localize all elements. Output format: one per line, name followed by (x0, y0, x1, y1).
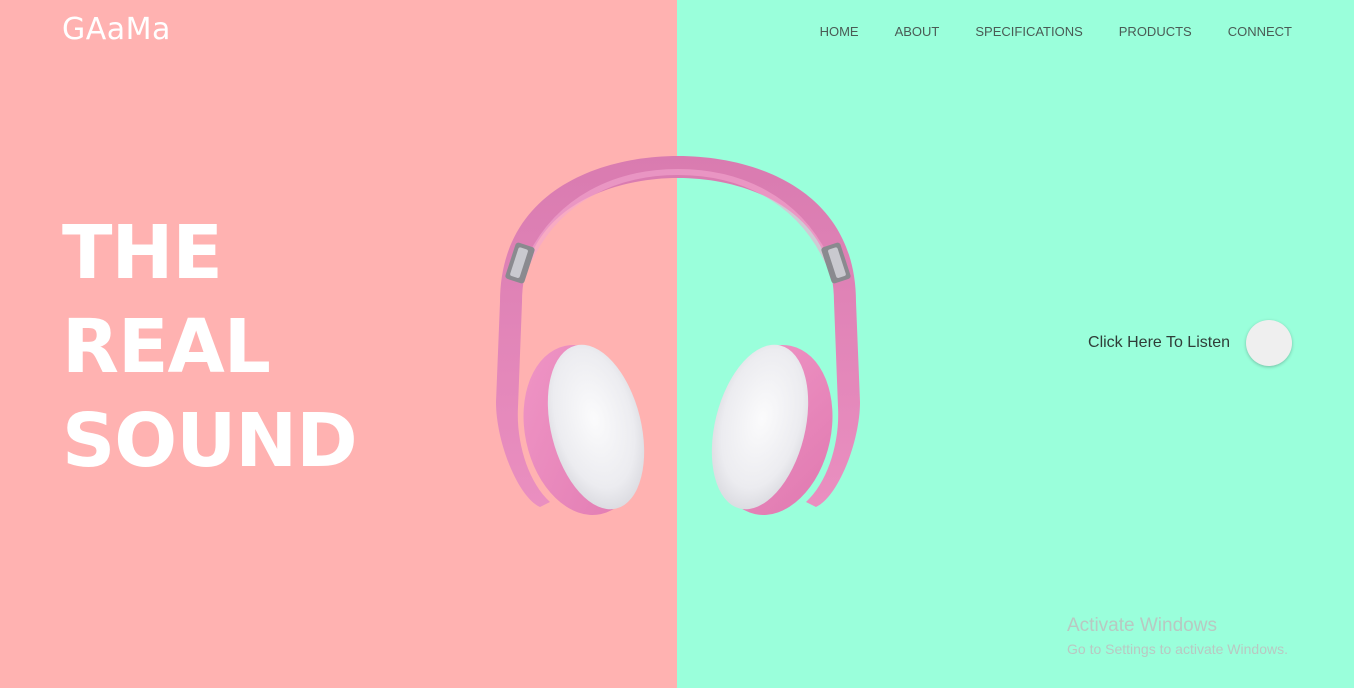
watermark-title: Activate Windows (1067, 615, 1217, 636)
listen-cta-label[interactable]: Click Here To Listen (1088, 334, 1230, 352)
main-nav: HOME ABOUT SPECIFICATIONS PRODUCTS CONNE… (784, 24, 1292, 40)
nav-item-about[interactable]: ABOUT (859, 24, 940, 40)
nav-item-home[interactable]: HOME (784, 24, 859, 40)
headline-line-3: SOUND (62, 398, 358, 484)
hero-headline: THE REAL SOUND (62, 206, 358, 488)
listen-cta[interactable]: Click Here To Listen (1088, 320, 1292, 366)
headline-line-1: THE (62, 210, 223, 296)
headline-line-2: REAL (62, 304, 271, 390)
nav-item-products[interactable]: PRODUCTS (1083, 24, 1192, 40)
play-button[interactable] (1246, 320, 1292, 366)
landing-page: GAaMa HOME ABOUT SPECIFICATIONS PRODUCTS… (0, 0, 1354, 688)
brand-logo[interactable]: GAaMa (62, 12, 171, 47)
nav-item-connect[interactable]: CONNECT (1192, 24, 1292, 40)
nav-item-specifications[interactable]: SPECIFICATIONS (939, 24, 1082, 40)
watermark-subtitle: Go to Settings to activate Windows. (1067, 641, 1288, 657)
headphones-image (496, 156, 860, 515)
activate-windows-watermark: Activate Windows Go to Settings to activ… (1067, 614, 1288, 660)
